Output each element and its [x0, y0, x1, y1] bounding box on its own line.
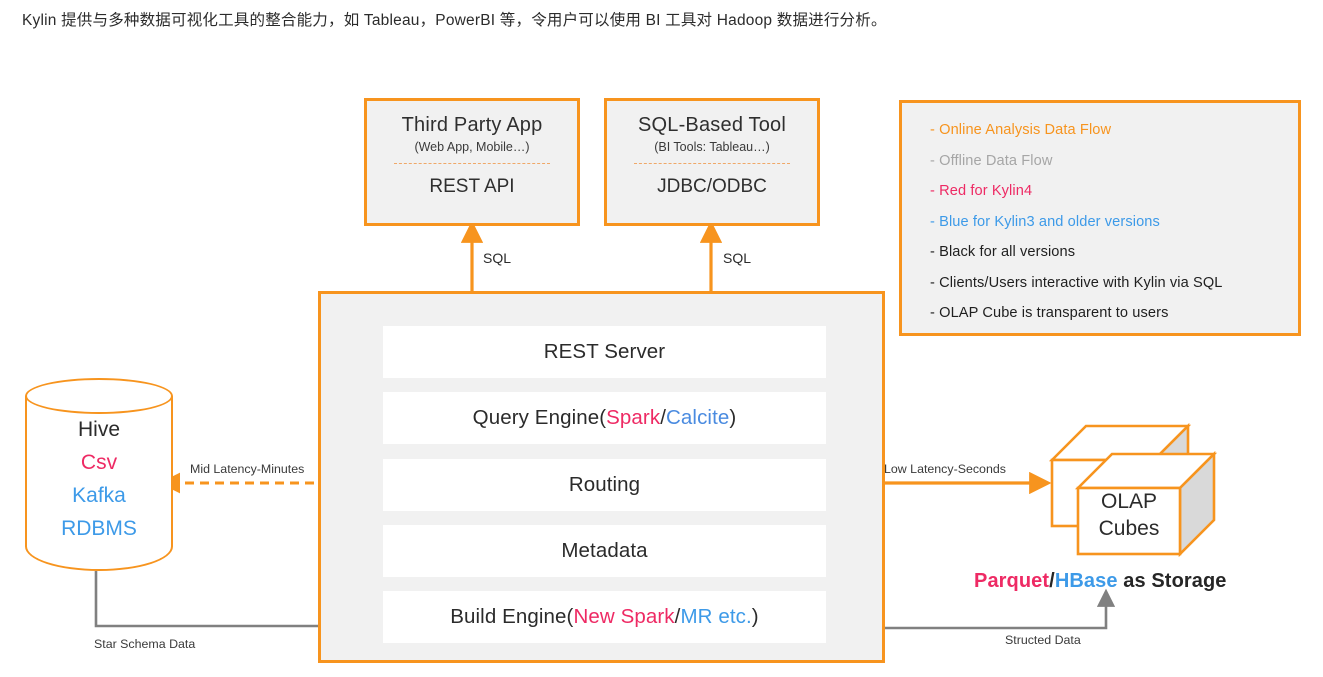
layer-metadata[interactable]: Metadata — [383, 525, 826, 577]
divider — [634, 163, 790, 164]
client-title: SQL-Based Tool — [637, 114, 787, 136]
datasource-line-kafka: Kafka — [72, 484, 126, 507]
legend-label: - Clients/Users interactive with Kylin v… — [930, 274, 1223, 291]
cube-label-line2: Cubes — [1098, 517, 1160, 540]
datasource-labels: Hive Csv Kafka RDBMS — [25, 413, 173, 545]
datasource-line-rdbms: RDBMS — [61, 517, 137, 540]
layer-routing[interactable]: Routing — [383, 459, 826, 511]
layer-label-part: Build Engine( — [450, 605, 574, 628]
layer-rest-server[interactable]: REST Server — [383, 326, 826, 378]
client-box-third-party-app[interactable]: Third Party App (Web App, Mobile…) REST … — [364, 98, 580, 226]
layer-label-close: ) — [729, 406, 737, 429]
edge-label-structed-data: Structed Data — [1005, 633, 1081, 647]
legend-label: - Online Analysis Data Flow — [930, 122, 1112, 139]
legend-label: - Black for all versions — [930, 244, 1076, 261]
divider — [394, 163, 550, 164]
client-subtitle: (BI Tools: Tableau…) — [654, 140, 770, 154]
structed-data-arrow — [880, 588, 1116, 630]
legend-label: - Red for Kylin4 — [930, 183, 1033, 200]
legend-box: - Online Analysis Data Flow - Offline Da… — [899, 100, 1301, 336]
sql-label-sql-tool: SQL — [723, 250, 752, 266]
edge-label-low-latency: Low Latency-Seconds — [884, 462, 1006, 476]
intro-paragraph: Kylin 提供与多种数据可视化工具的整合能力，如 Tableau，PowerB… — [22, 12, 887, 29]
layer-label: REST Server — [543, 340, 666, 363]
client-title: Third Party App — [401, 114, 543, 136]
layer-label: Metadata — [561, 539, 648, 562]
client-api-label: JDBC/ODBC — [657, 176, 767, 197]
storage-suffix: as Storage — [1117, 570, 1227, 592]
cylinder-top-ellipse — [25, 378, 173, 414]
legend-item-online-analysis: - Online Analysis Data Flow — [902, 115, 1298, 146]
legend-label: - Blue for Kylin3 and older versions — [930, 213, 1160, 230]
edge-label-mid-latency: Mid Latency-Minutes — [190, 462, 305, 476]
layer-label-new-spark: New Spark — [573, 605, 675, 628]
legend-item-clients-sql: - Clients/Users interactive with Kylin v… — [902, 268, 1298, 299]
layer-build-engine[interactable]: Build Engine(New Spark / MR etc.) — [383, 591, 826, 643]
legend-label: - OLAP Cube is transparent to users — [930, 305, 1169, 322]
kylin-core-panel: REST Server Query Engine(Spark / Calcite) … — [318, 291, 885, 663]
layer-label-spark: Spark — [606, 406, 661, 429]
legend-item-black-all: - Black for all versions — [902, 237, 1298, 268]
layer-label: Routing — [568, 473, 641, 496]
datasource-line-hive: Hive — [77, 418, 120, 441]
layer-label-calcite: Calcite — [666, 406, 730, 429]
client-box-sql-based-tool[interactable]: SQL-Based Tool (BI Tools: Tableau…) JDBC… — [604, 98, 820, 226]
storage-parquet: Parquet — [974, 570, 1050, 592]
storage-format-label: Parquet/HBase as Storage — [974, 570, 1227, 593]
cube-label-line1: OLAP — [1100, 490, 1158, 513]
legend-item-offline: - Offline Data Flow — [902, 146, 1298, 177]
legend-item-olap-transparent: - OLAP Cube is transparent to users — [902, 298, 1298, 329]
legend-label: - Offline Data Flow — [930, 152, 1053, 169]
layer-label-part: Query Engine( — [472, 406, 607, 429]
sql-label-third-party: SQL — [483, 250, 512, 266]
client-api-label: REST API — [429, 176, 515, 197]
datasource-line-csv: Csv — [80, 451, 118, 474]
layer-label-close: ) — [751, 605, 759, 628]
edge-label-star-schema: Star Schema Data — [94, 637, 196, 651]
client-subtitle: (Web App, Mobile…) — [414, 140, 530, 154]
legend-item-red-kylin4: - Red for Kylin4 — [902, 176, 1298, 207]
layer-query-engine[interactable]: Query Engine(Spark / Calcite) — [383, 392, 826, 444]
diagram-canvas: Kylin 提供与多种数据可视化工具的整合能力，如 Tableau，PowerB… — [0, 0, 1323, 677]
storage-hbase: HBase — [1054, 570, 1118, 592]
cube-label: OLAP Cubes — [1078, 488, 1180, 542]
layer-label-mr: MR etc. — [680, 605, 752, 628]
legend-item-blue-kylin3: - Blue for Kylin3 and older versions — [902, 207, 1298, 238]
